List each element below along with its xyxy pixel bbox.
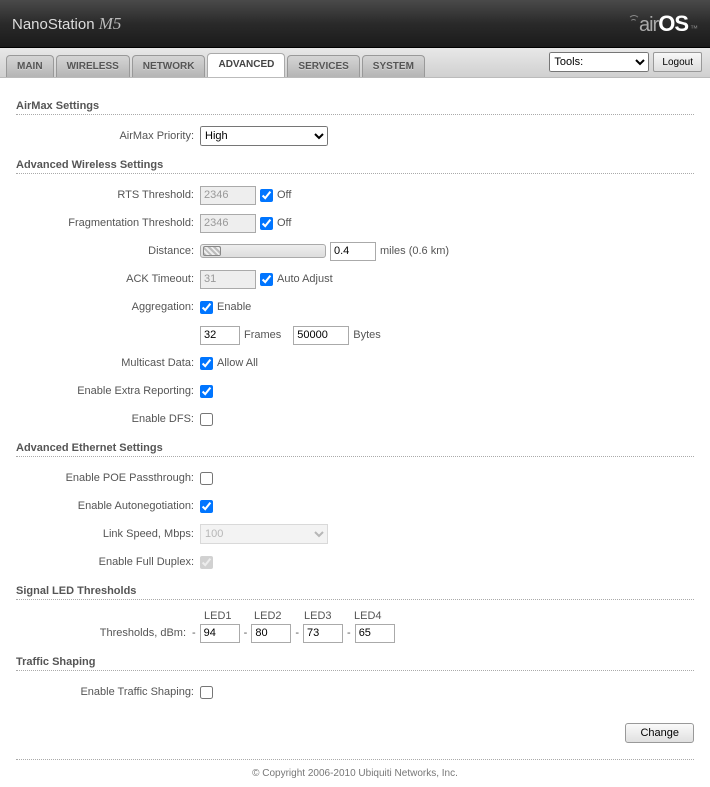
content-area: AirMax Settings AirMax Priority: High Ad… (0, 78, 710, 759)
extra-reporting-label: Enable Extra Reporting: (16, 385, 200, 397)
agg-frames-input[interactable] (200, 326, 240, 345)
distance-slider[interactable] (200, 244, 326, 258)
aggregation-enable-label: Enable (217, 301, 251, 313)
logout-button[interactable]: Logout (653, 52, 702, 72)
logo-air: air (639, 14, 658, 37)
distance-unit: miles (0.6 km) (380, 245, 449, 257)
dfs-checkbox[interactable] (200, 413, 213, 426)
product-brand: NanoStation (12, 16, 95, 33)
fullduplex-checkbox[interactable] (200, 556, 213, 569)
agg-bytes-label: Bytes (353, 329, 381, 341)
section-airmax: AirMax Settings (16, 100, 694, 115)
tab-main[interactable]: MAIN (6, 55, 54, 77)
led4-header: LED4 (354, 610, 404, 622)
airos-logo: air OS ™ (627, 11, 698, 37)
distance-input[interactable] (330, 242, 376, 261)
traffic-enable-label: Enable Traffic Shaping: (16, 686, 200, 698)
tab-system[interactable]: SYSTEM (362, 55, 425, 77)
section-wireless: Advanced Wireless Settings (16, 159, 694, 174)
dfs-label: Enable DFS: (16, 413, 200, 425)
tools-select[interactable]: Tools: (549, 52, 649, 72)
tab-advanced[interactable]: ADVANCED (207, 53, 285, 77)
logo-os: OS (658, 11, 688, 37)
aggregation-label: Aggregation: (16, 301, 200, 313)
product-model: M5 (99, 14, 122, 33)
frag-input[interactable] (200, 214, 256, 233)
multicast-checkbox[interactable] (200, 357, 213, 370)
aggregation-checkbox[interactable] (200, 301, 213, 314)
led2-input[interactable] (251, 624, 291, 643)
extra-reporting-checkbox[interactable] (200, 385, 213, 398)
product-name: NanoStation M5 (12, 14, 121, 34)
led4-input[interactable] (355, 624, 395, 643)
led1-header: LED1 (204, 610, 254, 622)
multicast-allow-label: Allow All (217, 357, 258, 369)
fullduplex-label: Enable Full Duplex: (16, 556, 200, 568)
led2-header: LED2 (254, 610, 304, 622)
rts-off-checkbox[interactable] (260, 189, 273, 202)
tab-network[interactable]: NETWORK (132, 55, 206, 77)
tab-services[interactable]: SERVICES (287, 55, 359, 77)
ack-auto-label: Auto Adjust (277, 273, 333, 285)
poe-checkbox[interactable] (200, 472, 213, 485)
traffic-checkbox[interactable] (200, 686, 213, 699)
led1-input[interactable] (200, 624, 240, 643)
change-button[interactable]: Change (625, 723, 694, 743)
thresholds-label: Thresholds, dBm: (16, 627, 192, 639)
frag-off-checkbox[interactable] (260, 217, 273, 230)
airmax-priority-select[interactable]: High (200, 126, 328, 146)
dash2: - (244, 627, 248, 639)
rts-input[interactable] (200, 186, 256, 205)
slider-thumb-icon[interactable] (203, 246, 221, 256)
autoneg-label: Enable Autonegotiation: (16, 500, 200, 512)
linkspeed-select[interactable]: 100 (200, 524, 328, 544)
signal-icon (627, 15, 641, 31)
distance-label: Distance: (16, 245, 200, 257)
multicast-label: Multicast Data: (16, 357, 200, 369)
poe-label: Enable POE Passthrough: (16, 472, 200, 484)
logo-tm: ™ (690, 24, 698, 33)
section-led: Signal LED Thresholds (16, 585, 694, 600)
agg-frames-label: Frames (244, 329, 281, 341)
header-bar: NanoStation M5 air OS ™ (0, 0, 710, 48)
ack-input[interactable] (200, 270, 256, 289)
rts-label: RTS Threshold: (16, 189, 200, 201)
airmax-priority-label: AirMax Priority: (16, 130, 200, 142)
linkspeed-label: Link Speed, Mbps: (16, 528, 200, 540)
dash1: - (192, 627, 196, 639)
rts-off-label: Off (277, 189, 291, 201)
section-ethernet: Advanced Ethernet Settings (16, 442, 694, 457)
tab-bar: MAIN WIRELESS NETWORK ADVANCED SERVICES … (0, 48, 710, 78)
led3-header: LED3 (304, 610, 354, 622)
autoneg-checkbox[interactable] (200, 500, 213, 513)
led-headers: LED1 LED2 LED3 LED4 (204, 610, 694, 622)
tab-wireless[interactable]: WIRELESS (56, 55, 130, 77)
dash4: - (347, 627, 351, 639)
frag-off-label: Off (277, 217, 291, 229)
section-traffic: Traffic Shaping (16, 656, 694, 671)
agg-bytes-input[interactable] (293, 326, 349, 345)
footer-copyright: © Copyright 2006-2010 Ubiquiti Networks,… (16, 759, 694, 787)
dash3: - (295, 627, 299, 639)
ack-label: ACK Timeout: (16, 273, 200, 285)
ack-auto-checkbox[interactable] (260, 273, 273, 286)
led3-input[interactable] (303, 624, 343, 643)
frag-label: Fragmentation Threshold: (16, 217, 200, 229)
